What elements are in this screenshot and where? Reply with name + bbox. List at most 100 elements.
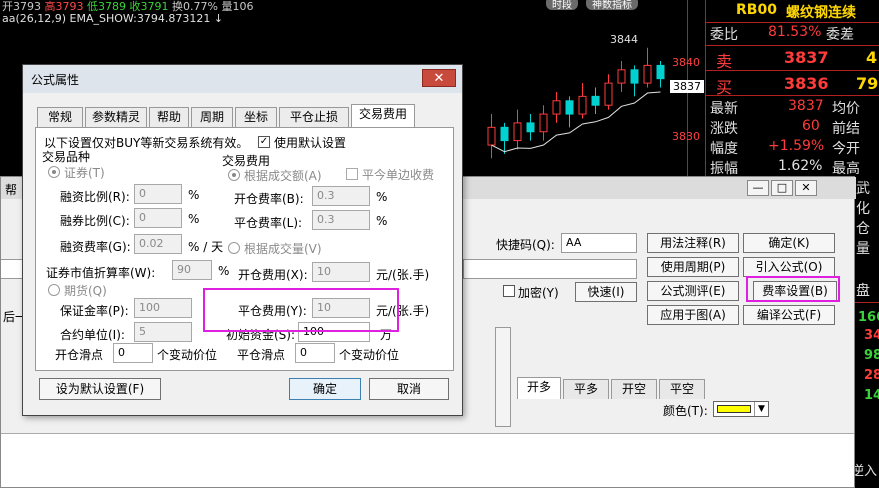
mv-rate-input[interactable]: 90: [172, 260, 212, 280]
candle-body: [578, 95, 587, 115]
open-fee-input[interactable]: 10: [312, 262, 370, 282]
open-fee-label: 开仓费用(X):: [238, 268, 308, 282]
amplitude-row: 振幅 1.62% 最高: [706, 158, 879, 178]
trade-fees-panel: 以下设置仅对BUY等新交易系统有效。 ✓ 使用默认设置 交易品种 交易费用 证券…: [35, 127, 454, 371]
candle-body: [604, 82, 613, 106]
margin-rate-input[interactable]: 0.02: [134, 234, 182, 254]
rate-button-highlight: [746, 276, 840, 302]
contract-name: 螺纹钢连续: [786, 5, 856, 21]
sell-label: 卖: [716, 52, 733, 71]
tab-close-short[interactable]: 平空: [659, 379, 705, 399]
dialog-close-icon[interactable]: ✕: [422, 69, 456, 87]
close-slippage-input[interactable]: 0: [295, 343, 335, 363]
candle-body: [656, 64, 665, 80]
contract-unit-input[interactable]: 5: [134, 322, 192, 342]
current-price-tag: 3837: [670, 80, 704, 93]
candle-body: [591, 95, 600, 106]
short-ratio-unit: %: [188, 212, 200, 226]
editor-ok-button[interactable]: 确定(K): [743, 233, 835, 253]
close-today-checkbox[interactable]: [346, 168, 358, 180]
side-label-3: 仓: [856, 221, 870, 237]
by-volume-label: 根据成交量(V): [244, 242, 322, 256]
close-icon[interactable]: ✕: [795, 180, 817, 196]
dialog-title: 公式属性: [31, 73, 80, 87]
side-number-1: 166: [858, 310, 879, 325]
tab-stop-loss[interactable]: 平仓止损: [279, 107, 349, 127]
avg-label: 均价: [832, 101, 860, 117]
open-rate-unit: %: [376, 190, 388, 204]
by-turnover-radio[interactable]: [228, 169, 240, 181]
description-input[interactable]: [463, 259, 637, 279]
mv-rate-label: 证券市值折算率(W):: [46, 266, 156, 280]
chevron-down-icon[interactable]: ▼: [754, 402, 768, 416]
use-period-button[interactable]: 使用周期(P): [647, 257, 739, 277]
sell-row: 卖 3837 4: [706, 48, 879, 71]
contract-unit-label: 合约单位(I):: [60, 328, 125, 342]
tab-axis[interactable]: 坐标: [235, 107, 277, 127]
tab-param-wizard[interactable]: 参数精灵: [85, 107, 147, 127]
editor-scrollbar[interactable]: [495, 327, 511, 427]
dialog-cancel-button[interactable]: 取消: [369, 378, 449, 400]
sell-price: 3837: [784, 48, 829, 67]
open-slippage-unit: 个变动价位: [157, 348, 218, 362]
sell-volume: 4: [866, 48, 878, 67]
dialog-ok-button[interactable]: 确定: [289, 378, 361, 400]
buy-price: 3836: [784, 74, 829, 93]
shortcut-input[interactable]: AA: [561, 233, 637, 253]
open-rate-input[interactable]: 0.3: [312, 186, 370, 206]
change-value: 60: [802, 118, 820, 134]
close-rate-unit: %: [376, 214, 388, 228]
encrypt-checkbox[interactable]: [503, 285, 515, 297]
compile-formula-button[interactable]: 编译公式(F): [743, 305, 835, 325]
open-fee-unit: 元/(张.手): [376, 268, 430, 282]
deposit-input[interactable]: 100: [134, 298, 192, 318]
close-today-label: 平今单边收费: [362, 168, 435, 182]
apply-to-chart-button[interactable]: 应用于图(A): [647, 305, 739, 325]
formula-test-button[interactable]: 公式测评(E): [647, 281, 739, 301]
tab-help[interactable]: 帮助: [149, 107, 189, 127]
short-ratio-label: 融券比例(C):: [60, 214, 130, 228]
minimize-icon[interactable]: —: [747, 180, 769, 196]
set-default-button[interactable]: 设为默认设置(F): [39, 378, 161, 400]
use-default-checkbox[interactable]: ✓: [258, 136, 270, 148]
securities-radio[interactable]: [48, 166, 60, 178]
formula-code-area[interactable]: [1, 433, 854, 487]
capital-highlight: [203, 288, 399, 332]
candle-body: [539, 113, 548, 133]
tab-trade-fees[interactable]: 交易费用: [351, 104, 415, 128]
open-slippage-label: 开仓滑点: [55, 348, 104, 362]
futures-radio[interactable]: [48, 284, 60, 296]
axis-label-3830: 3830: [672, 130, 700, 143]
usage-notes-button[interactable]: 用法注释(R): [647, 233, 739, 253]
tab-open-short[interactable]: 开空: [611, 379, 657, 399]
candle-body: [617, 69, 626, 84]
close-rate-input[interactable]: 0.3: [312, 210, 370, 230]
encrypt-label: 加密(Y): [518, 286, 559, 300]
tab-general[interactable]: 常规: [37, 107, 83, 127]
quick-button[interactable]: 快速(I): [575, 282, 637, 302]
tab-period[interactable]: 周期: [191, 107, 233, 127]
side-label-5: 盘: [856, 283, 870, 299]
tab-close-long[interactable]: 平多: [563, 379, 609, 399]
open-slippage-input[interactable]: 0: [113, 343, 153, 363]
margin-ratio-label: 融资比例(R):: [60, 190, 130, 204]
mv-rate-unit: %: [218, 264, 230, 278]
by-volume-radio[interactable]: [228, 242, 240, 254]
side-label-2: 化: [856, 201, 870, 217]
editor-title: 帮: [5, 183, 18, 197]
contract-code: RB00: [736, 2, 777, 18]
maximize-icon[interactable]: □: [771, 180, 793, 196]
short-ratio-input[interactable]: 0: [134, 208, 182, 228]
by-turnover-label: 根据成交额(A): [244, 169, 322, 183]
axis-label-3840: 3840: [672, 56, 700, 69]
side-number-5: 14: [864, 388, 879, 403]
securities-label: 证券(T): [64, 166, 105, 180]
color-picker[interactable]: ▼: [713, 401, 769, 417]
use-default-label: 使用默认设置: [274, 136, 347, 150]
buy-volume: 79: [856, 74, 879, 93]
margin-ratio-input[interactable]: 0: [134, 184, 182, 204]
tab-open-long[interactable]: 开多: [517, 377, 561, 399]
candle-body: [630, 69, 639, 84]
side-label-1: 武: [856, 181, 870, 197]
import-formula-button[interactable]: 引入公式(O): [743, 257, 835, 277]
